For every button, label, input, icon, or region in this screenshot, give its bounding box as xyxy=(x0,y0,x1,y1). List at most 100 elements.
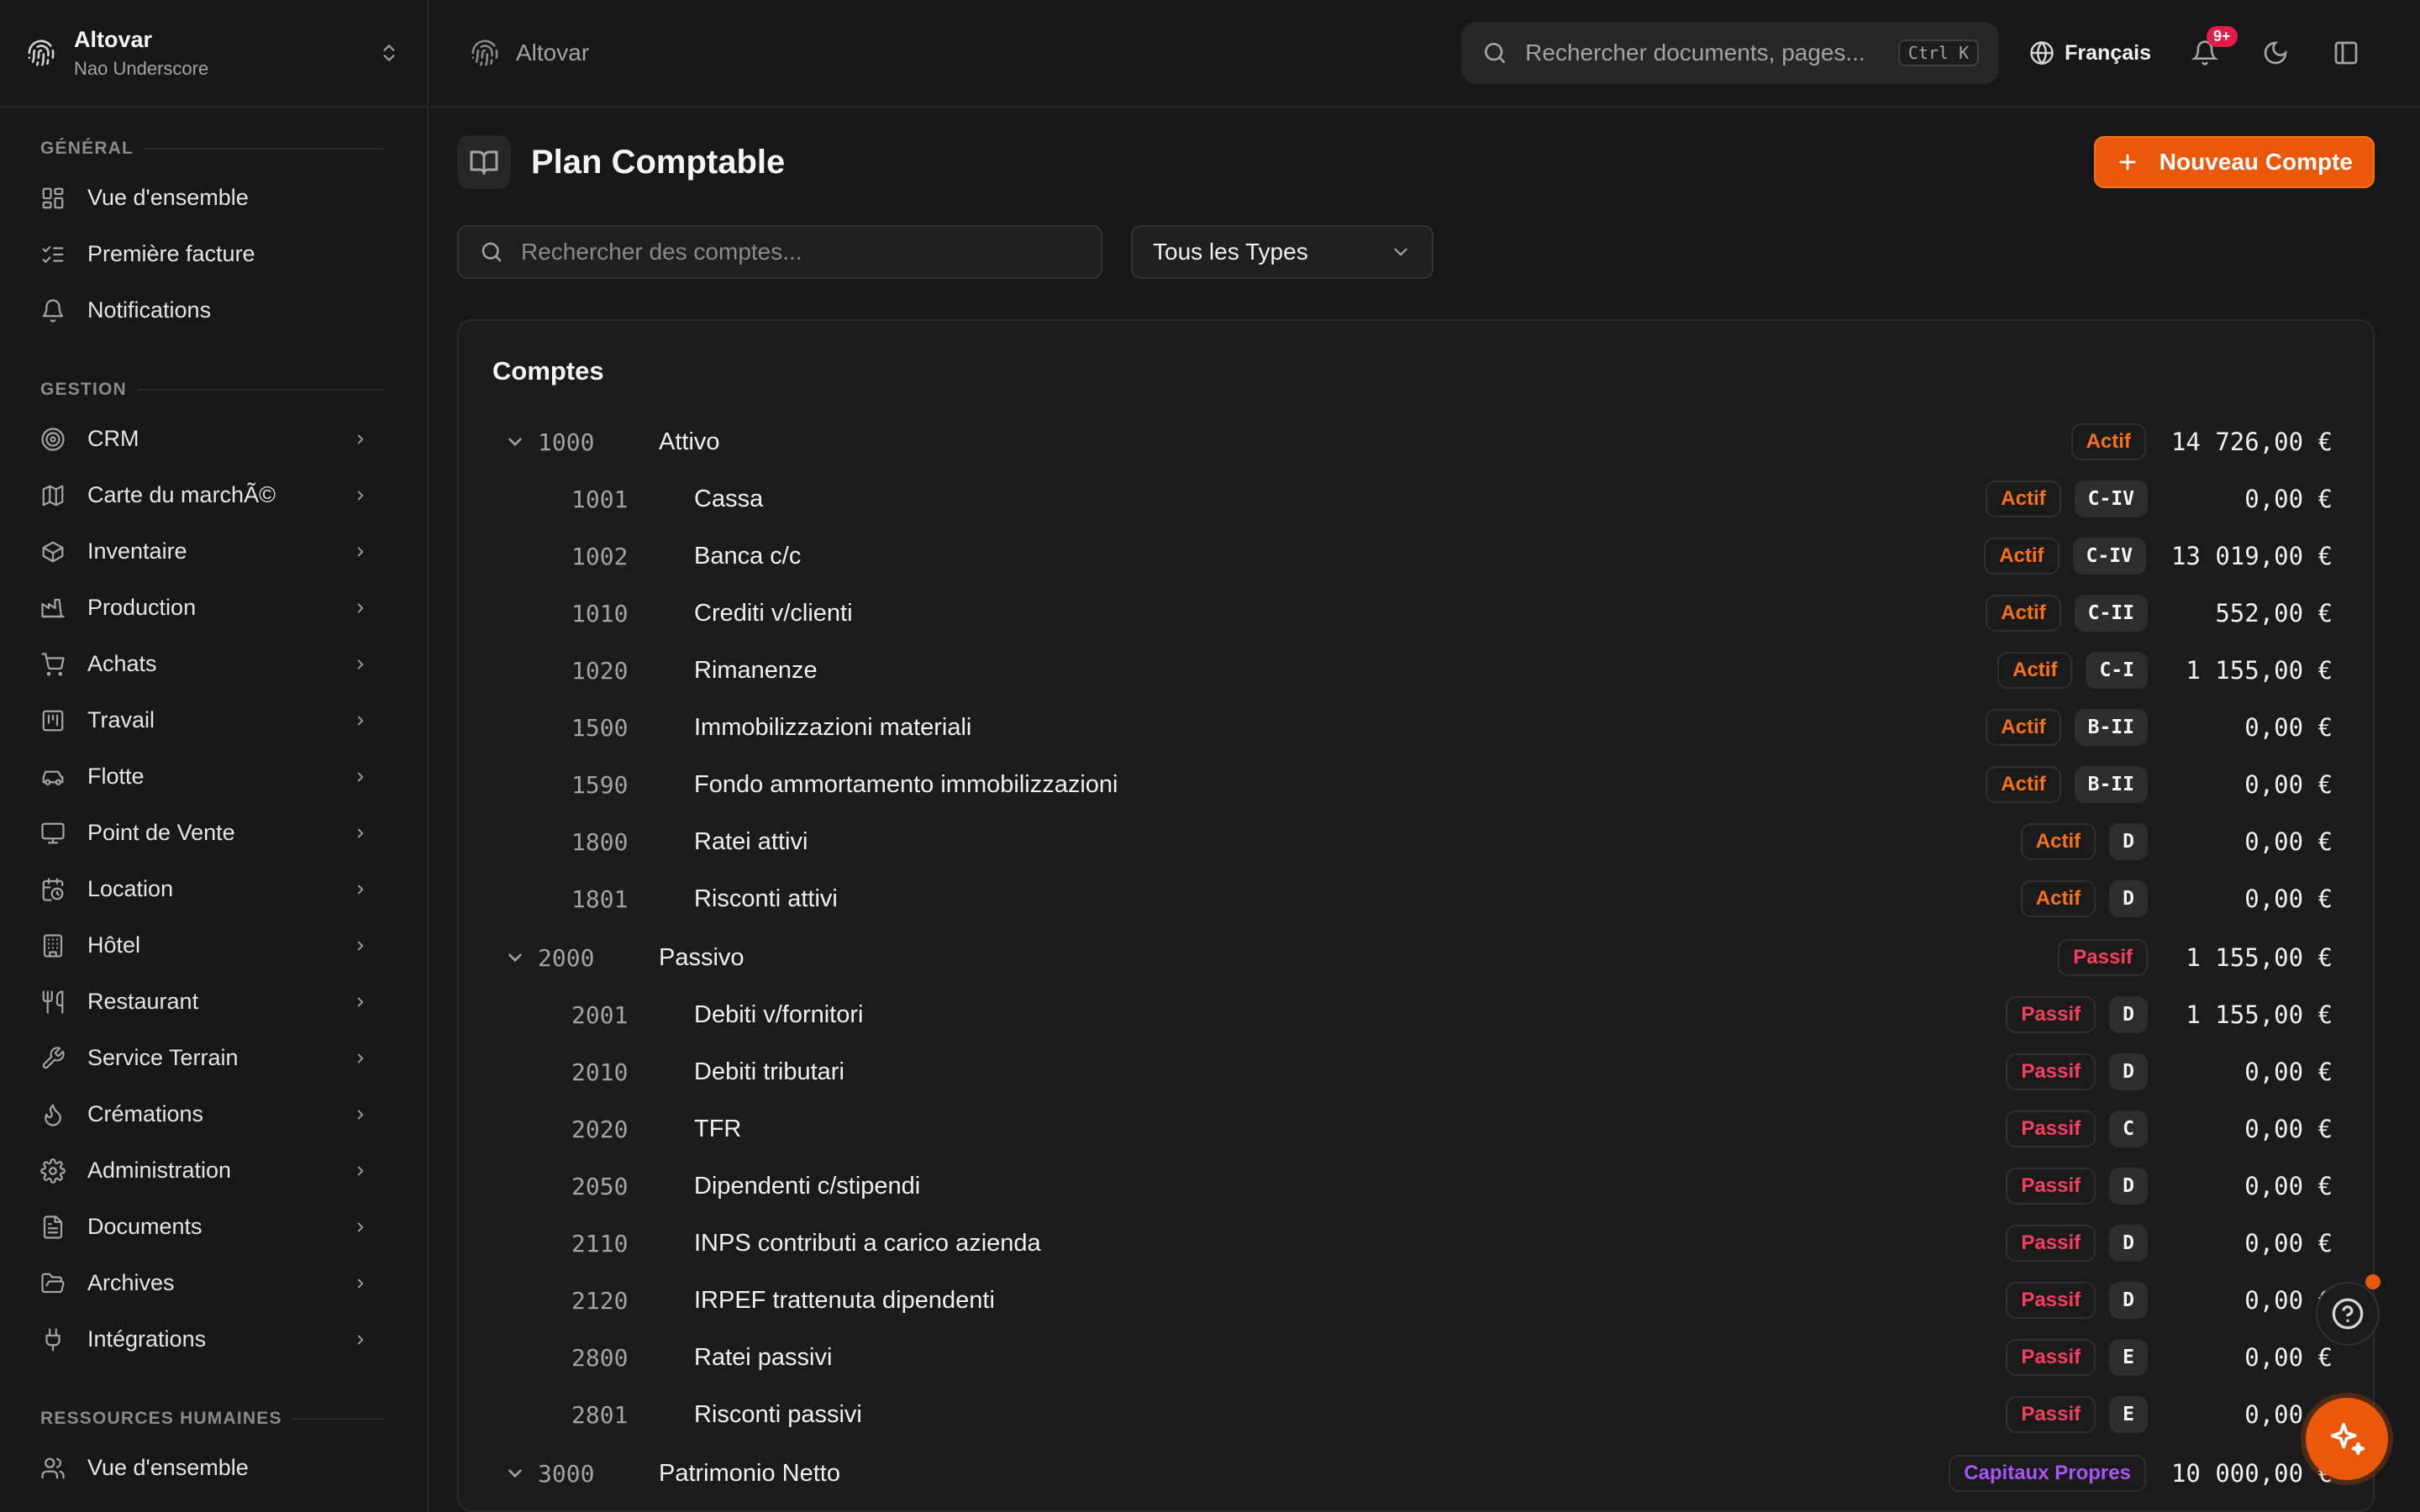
account-code: 1801 xyxy=(571,885,629,913)
new-account-button[interactable]: Nouveau Compte xyxy=(2093,136,2375,188)
box-icon xyxy=(42,541,64,562)
sidebar-item-notifications[interactable]: Notifications xyxy=(0,282,427,339)
account-code: 2010 xyxy=(571,1058,629,1086)
language-switcher[interactable]: Français xyxy=(2029,40,2151,66)
account-row[interactable]: 1020 Rimanenze Actif C-I 1 155,00 € xyxy=(492,642,2333,699)
theme-toggle[interactable] xyxy=(2242,19,2309,87)
page-header: Plan Comptable Nouveau Compte xyxy=(457,109,2375,215)
account-group-row[interactable]: 1000 Attivo Actif 14 726,00 € xyxy=(492,413,2333,470)
account-class-badge: B-II xyxy=(2074,709,2148,746)
account-type-badge: Passif xyxy=(2006,1110,2096,1147)
panel-toggle[interactable] xyxy=(2312,19,2380,87)
page-icon xyxy=(457,135,511,189)
breadcrumb[interactable]: Altovar xyxy=(471,39,589,67)
sidebar-section-title: GÉNÉRAL xyxy=(0,128,427,170)
search-shortcut: Ctrl K xyxy=(1897,39,1980,66)
sidebar-item-ho-tel[interactable]: Hôtel xyxy=(0,917,427,974)
account-row[interactable]: 2010 Debiti tributari Passif D 0,00 € xyxy=(492,1043,2333,1100)
account-search-input[interactable] xyxy=(521,239,1081,265)
sidebar-item-achats[interactable]: Achats xyxy=(0,636,427,692)
dashboard-icon xyxy=(42,187,64,208)
sidebar-item-label: Intégrations xyxy=(87,1326,207,1352)
account-code: 1800 xyxy=(571,827,629,856)
calendar-clock-icon xyxy=(42,877,64,901)
account-type-badge: Passif xyxy=(2006,1396,2096,1433)
sidebar-item-inventaire[interactable]: Inventaire xyxy=(0,523,427,580)
account-name: Dipendenti c/stipendi xyxy=(694,1172,921,1200)
sidebar-item-administration[interactable]: Administration xyxy=(0,1142,427,1199)
chevron-right-icon xyxy=(357,1222,364,1231)
account-type-badge: Passif xyxy=(2006,996,2096,1033)
sidebar-item-label: Travail xyxy=(87,707,155,732)
chevron-down-icon[interactable] xyxy=(504,431,526,453)
plug-icon xyxy=(45,1327,60,1352)
global-search-input[interactable] xyxy=(1525,39,1881,66)
account-row[interactable]: 2110 INPS contributi a carico azienda Pass… xyxy=(492,1215,2333,1272)
account-group-row[interactable]: 2000 Passivo Passif 1 155,00 € xyxy=(492,929,2333,986)
account-group-row[interactable]: 3000 Patrimonio Netto Capitaux Propres 10 0… xyxy=(492,1445,2333,1502)
sidebar-item-service-terrain[interactable]: Service Terrain xyxy=(0,1030,427,1086)
sidebar-item-production[interactable]: Production xyxy=(0,580,427,636)
accounts-card: Comptes 1000 Attivo Actif 14 726,00 € 1001 Ca… xyxy=(457,319,2375,1512)
account-row[interactable]: 2120 IRPEF trattenuta dipendenti Passif D 0,… xyxy=(492,1272,2333,1329)
account-code: 1001 xyxy=(571,485,629,513)
account-name: Cassa xyxy=(694,485,764,512)
account-balance: 0,00 € xyxy=(2244,827,2333,856)
account-name: Rimanenze xyxy=(694,656,818,684)
account-name: TFR xyxy=(694,1115,742,1142)
account-row[interactable]: 1002 Banca c/c Actif C-IV 13 019,00 € xyxy=(492,528,2333,585)
account-class-badge: D xyxy=(2109,1282,2148,1319)
account-type-badge: Passif xyxy=(2058,939,2148,976)
chevron-right-icon xyxy=(357,885,364,894)
sidebar-item-vue-d-ensemble[interactable]: Vue d'ensemble xyxy=(0,1440,427,1496)
account-name: Banca c/c xyxy=(694,542,802,570)
account-row[interactable]: 1001 Cassa Actif C-IV 0,00 € xyxy=(492,470,2333,528)
language-label: Français xyxy=(2065,40,2151,65)
sidebar-item-carte-du-marcha[interactable]: Carte du marchÃ© xyxy=(0,467,427,523)
chevron-down-icon[interactable] xyxy=(504,1462,526,1484)
app-root: Altovar Nao Underscore GÉNÉRAL Vue d'ense… xyxy=(0,0,2420,1512)
type-filter-value: Tous les Types xyxy=(1153,239,1308,265)
sidebar-item-archives[interactable]: Archives xyxy=(0,1255,427,1311)
sidebar-item-cre-mations[interactable]: Crémations xyxy=(0,1086,427,1142)
account-row[interactable]: 1500 Immobilizzazioni materiali Actif B-II 0… xyxy=(492,699,2333,756)
sidebar-item-travail[interactable]: Travail xyxy=(0,692,427,748)
account-row[interactable]: 2050 Dipendenti c/stipendi Passif D 0,00 € xyxy=(492,1158,2333,1215)
global-search[interactable]: Ctrl K xyxy=(1461,22,2000,84)
sidebar-item-documents[interactable]: Documents xyxy=(0,1199,427,1255)
org-switcher[interactable]: Altovar Nao Underscore xyxy=(0,0,427,108)
sidebar-item-label: Archives xyxy=(87,1270,175,1295)
sidebar-item-restaurant[interactable]: Restaurant xyxy=(0,974,427,1030)
account-row[interactable]: 1801 Risconti attivi Actif D 0,00 € xyxy=(492,870,2333,927)
sidebar-item-inte-grations[interactable]: Intégrations xyxy=(0,1311,427,1368)
ai-assistant-button[interactable] xyxy=(2306,1398,2388,1480)
account-name: Risconti passivi xyxy=(694,1400,862,1428)
sidebar-item-label: Documents xyxy=(87,1214,203,1239)
sidebar-item-location[interactable]: Location xyxy=(0,861,427,917)
sidebar-item-crm[interactable]: CRM xyxy=(0,411,427,467)
account-row[interactable]: 2020 TFR Passif C 0,00 € xyxy=(492,1100,2333,1158)
account-row[interactable]: 2001 Debiti v/fornitori Passif D 1 155,00 € xyxy=(492,986,2333,1043)
sidebar-item-point-de-vente[interactable]: Point de Vente xyxy=(0,805,427,861)
account-code: 1590 xyxy=(571,770,629,799)
account-row[interactable]: 1010 Crediti v/clienti Actif C-II 552,00 € xyxy=(492,585,2333,642)
account-row[interactable]: 1800 Ratei attivi Actif D 0,00 € xyxy=(492,813,2333,870)
account-tags: Capitaux Propres xyxy=(1949,1455,2146,1492)
accounts-card-title: Comptes xyxy=(492,356,604,386)
sidebar-item-premie-re-facture[interactable]: Première facture xyxy=(0,226,427,282)
chevron-down-icon[interactable] xyxy=(504,947,526,969)
account-class-badge: C-I xyxy=(2086,652,2148,689)
type-filter-select[interactable]: Tous les Types xyxy=(1131,225,1434,279)
notifications-button[interactable]: 9+ xyxy=(2171,19,2238,87)
sidebar-item-vue-d-ensemble[interactable]: Vue d'ensemble xyxy=(0,170,427,226)
help-button[interactable] xyxy=(2316,1282,2380,1346)
account-row[interactable]: 2801 Risconti passivi Passif E 0,00 € xyxy=(492,1386,2333,1443)
account-row[interactable]: 2800 Ratei passivi Passif E 0,00 € xyxy=(492,1329,2333,1386)
account-balance: 552,00 € xyxy=(2215,599,2333,627)
account-type-badge: Actif xyxy=(2020,823,2096,860)
account-search[interactable] xyxy=(457,225,1102,279)
account-row[interactable]: 1590 Fondo ammortamento immobilizzazioni A… xyxy=(492,756,2333,813)
sidebar-item-flotte[interactable]: Flotte xyxy=(0,748,427,805)
account-type-badge: Actif xyxy=(1986,709,2061,746)
